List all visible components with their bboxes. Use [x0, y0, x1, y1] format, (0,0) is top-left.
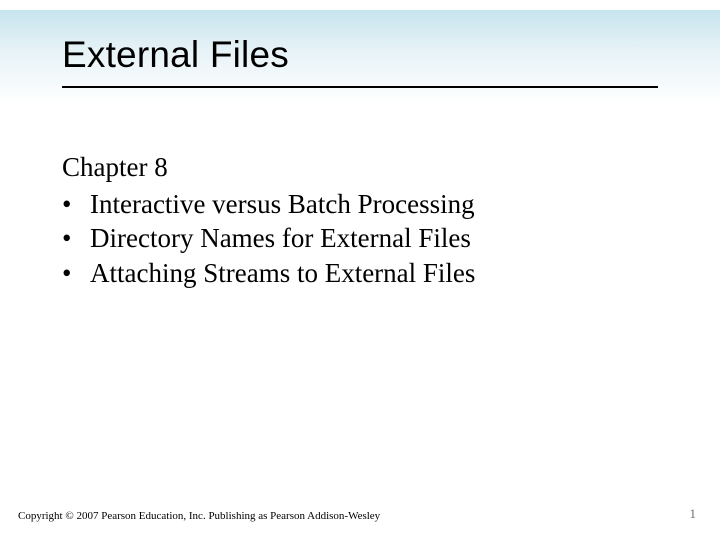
title-underline [62, 86, 658, 88]
list-item: • Interactive versus Batch Processing [62, 187, 662, 222]
bullet-icon: • [62, 256, 90, 291]
page-number: 1 [690, 506, 697, 522]
bullet-icon: • [62, 187, 90, 222]
slide-title: External Files [62, 34, 289, 76]
content-block: Chapter 8 • Interactive versus Batch Pro… [62, 150, 662, 290]
chapter-label: Chapter 8 [62, 150, 662, 185]
bullet-icon: • [62, 221, 90, 256]
copyright-footer: Copyright © 2007 Pearson Education, Inc.… [18, 510, 380, 522]
list-item: • Directory Names for External Files [62, 221, 662, 256]
list-item: • Attaching Streams to External Files [62, 256, 662, 291]
bullet-text: Interactive versus Batch Processing [90, 187, 475, 222]
bullet-text: Attaching Streams to External Files [90, 256, 475, 291]
bullet-text: Directory Names for External Files [90, 221, 471, 256]
